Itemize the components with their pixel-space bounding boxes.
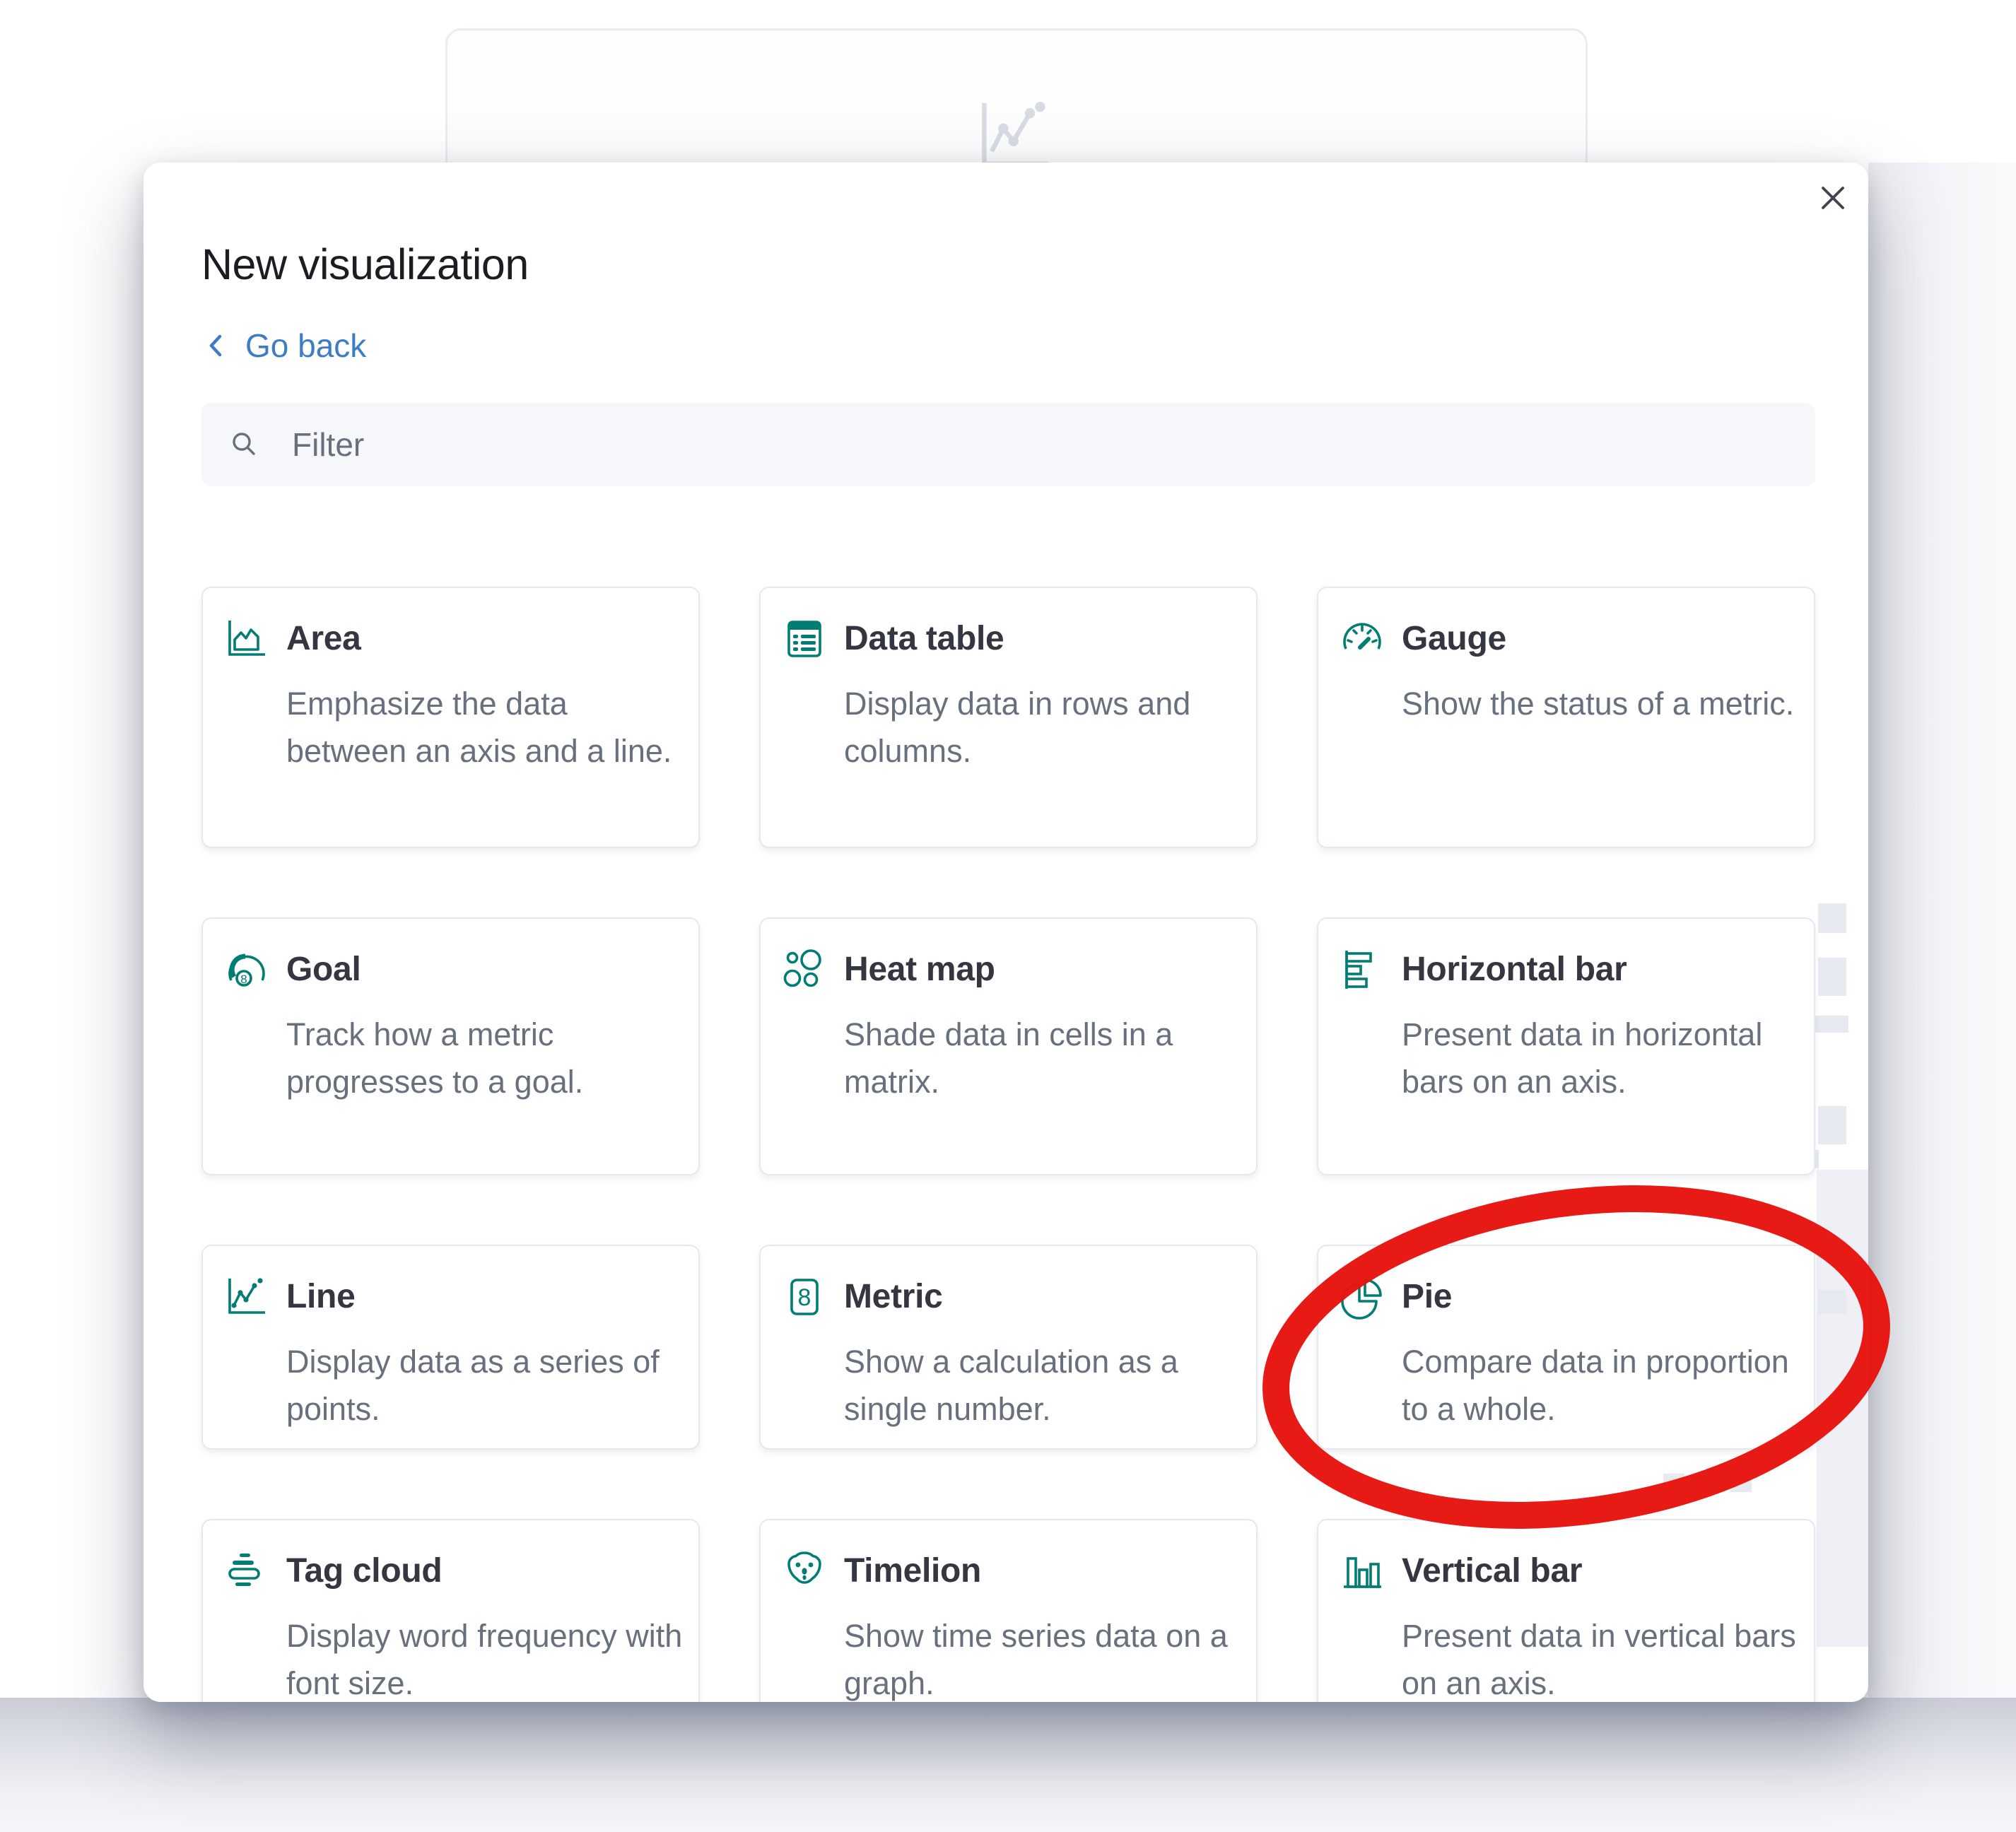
- card-title: Gauge: [1402, 619, 1506, 658]
- watermark-block: [1818, 958, 1846, 996]
- card-gauge[interactable]: Gauge Show the status of a metric.: [1317, 587, 1815, 848]
- area-chart-icon: [224, 616, 269, 662]
- card-title: Vertical bar: [1402, 1551, 1582, 1590]
- go-back-link[interactable]: Go back: [201, 327, 366, 365]
- watermark-block: [1818, 903, 1846, 933]
- card-title: Goal: [286, 950, 361, 989]
- page-shadow-right: [1868, 163, 2016, 1702]
- watermark-block: [1818, 1106, 1846, 1144]
- watermark-block: [1818, 1290, 1846, 1314]
- heat-map-icon: [782, 947, 827, 992]
- tag-cloud-icon: [224, 1549, 269, 1594]
- card-horizontal-bar[interactable]: Horizontal bar Present data in horizonta…: [1317, 917, 1815, 1175]
- card-description: Display word frequency with font size.: [286, 1612, 693, 1702]
- modal-title: New visualization: [201, 240, 529, 289]
- page-shadow-bottom: [0, 1698, 2016, 1832]
- card-description: Show a calculation as a single number.: [844, 1338, 1250, 1433]
- card-description: Display data in rows and columns.: [844, 680, 1250, 775]
- card-title: Heat map: [844, 950, 995, 989]
- card-description: Compare data in proportion to a whole.: [1402, 1338, 1808, 1433]
- close-button[interactable]: [1812, 177, 1854, 219]
- timelion-icon: [782, 1549, 827, 1594]
- card-title: Line: [286, 1277, 355, 1316]
- card-description: Track how a metric progresses to a goal.: [286, 1011, 693, 1105]
- metric-icon: 8: [782, 1274, 827, 1320]
- visualization-type-grid: Area Emphasize the data between an axis …: [201, 587, 1815, 1702]
- card-title: Horizontal bar: [1402, 950, 1627, 989]
- card-title: Area: [286, 619, 361, 658]
- gauge-icon: [1340, 616, 1385, 662]
- data-table-icon: [782, 616, 827, 662]
- new-visualization-modal: New visualization Go back Area Emphasize…: [143, 163, 1868, 1702]
- card-title: Metric: [844, 1277, 943, 1316]
- card-line[interactable]: Line Display data as a series of points.: [201, 1245, 700, 1450]
- chevron-left-icon: [201, 332, 227, 359]
- card-goal[interactable]: 8 Goal Track how a metric progresses to …: [201, 917, 700, 1175]
- pie-chart-icon: [1340, 1274, 1385, 1320]
- card-description: Present data in horizontal bars on an ax…: [1402, 1011, 1808, 1105]
- goal-icon: 8: [224, 947, 269, 992]
- card-description: Show the status of a metric.: [1402, 680, 1808, 727]
- card-title: Timelion: [844, 1551, 981, 1590]
- card-description: Present data in vertical bars on an axis…: [1402, 1612, 1808, 1702]
- line-chart-icon: [224, 1274, 269, 1320]
- card-title: Data table: [844, 619, 1004, 658]
- vertical-bar-icon: [1340, 1549, 1385, 1594]
- card-timelion[interactable]: Timelion Show time series data on a grap…: [759, 1519, 1258, 1702]
- go-back-label: Go back: [245, 327, 366, 365]
- svg-text:8: 8: [798, 1284, 811, 1311]
- close-icon: [1816, 181, 1850, 215]
- horizontal-bar-icon: [1340, 947, 1385, 992]
- card-description: Emphasize the data between an axis and a…: [286, 680, 693, 775]
- card-area[interactable]: Area Emphasize the data between an axis …: [201, 587, 700, 848]
- card-title: Pie: [1402, 1277, 1452, 1316]
- card-tag-cloud[interactable]: Tag cloud Display word frequency with fo…: [201, 1519, 700, 1702]
- watermark-block: [1817, 1520, 1868, 1647]
- card-pie[interactable]: Pie Compare data in proportion to a whol…: [1317, 1245, 1815, 1450]
- card-description: Show time series data on a graph.: [844, 1612, 1250, 1702]
- card-description: Shade data in cells in a matrix.: [844, 1011, 1250, 1105]
- card-heat-map[interactable]: Heat map Shade data in cells in a matrix…: [759, 917, 1258, 1175]
- card-metric[interactable]: 8 Metric Show a calculation as a single …: [759, 1245, 1258, 1450]
- card-description: Display data as a series of points.: [286, 1338, 693, 1433]
- filter-field: [201, 403, 1815, 486]
- filter-input[interactable]: [201, 403, 1815, 486]
- card-data-table[interactable]: Data table Display data in rows and colu…: [759, 587, 1258, 848]
- svg-text:8: 8: [240, 973, 247, 986]
- card-vertical-bar[interactable]: Vertical bar Present data in vertical ba…: [1317, 1519, 1815, 1702]
- card-title: Tag cloud: [286, 1551, 442, 1590]
